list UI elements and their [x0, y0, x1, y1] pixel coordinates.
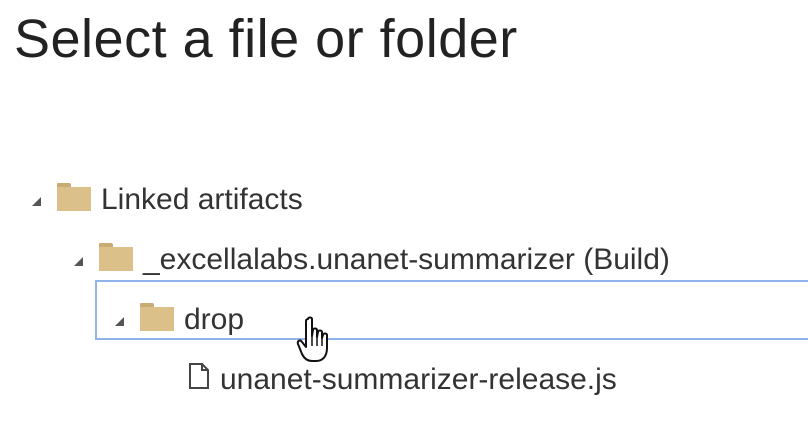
expand-toggle-icon[interactable]: [32, 196, 41, 206]
folder-icon: [140, 303, 174, 331]
tree-item-label: drop: [184, 303, 245, 336]
page-title: Select a file or folder: [14, 9, 518, 69]
tree-item-drop[interactable]: drop: [115, 290, 244, 350]
tree-item-file[interactable]: unanet-summarizer-release.js: [188, 350, 617, 410]
expand-toggle-icon[interactable]: [115, 316, 124, 326]
file-icon: [189, 363, 209, 389]
tree-item-linked-artifacts[interactable]: Linked artifacts: [32, 170, 303, 230]
tree-item-label: _excellalabs.unanet-summarizer (Build): [143, 243, 670, 276]
expand-toggle-icon[interactable]: [74, 256, 83, 266]
folder-icon: [57, 183, 91, 211]
folder-icon: [99, 243, 133, 271]
tree-item-label: unanet-summarizer-release.js: [220, 363, 617, 396]
hand-cursor-icon: [296, 316, 328, 362]
tree-item-label: Linked artifacts: [101, 183, 303, 216]
select-file-dialog: Select a file or folder Linked artifacts…: [0, 0, 808, 422]
tree-item-build[interactable]: _excellalabs.unanet-summarizer (Build): [74, 230, 670, 290]
